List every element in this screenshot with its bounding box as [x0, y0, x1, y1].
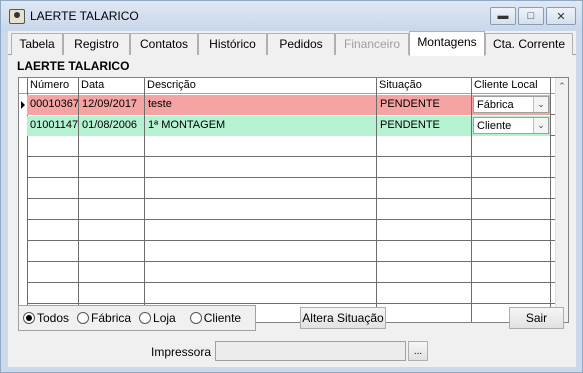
cell-data: 01/08/2006	[78, 116, 144, 136]
table-row-empty	[27, 179, 557, 199]
maximize-icon[interactable]: □	[518, 7, 544, 25]
chevron-down-icon[interactable]: ⌄	[533, 118, 548, 133]
radio-dot-icon	[23, 312, 35, 324]
table-row-empty	[27, 221, 557, 241]
app-icon	[9, 9, 25, 24]
cell-numero: 00010367	[27, 95, 78, 115]
col-header-situacao[interactable]: Situação	[376, 79, 422, 91]
radio-label: Loja	[153, 311, 176, 325]
tab-historico[interactable]: Histórico	[198, 33, 267, 55]
app-window: LAERTE TALARICO ▬ □ ✕ Tabela Registro Co…	[0, 0, 583, 373]
table-row-empty	[27, 263, 557, 283]
impressora-field[interactable]	[215, 341, 406, 361]
table-row-empty	[27, 284, 557, 304]
impressora-label: Impressora	[151, 345, 212, 359]
radio-label: Fábrica	[91, 311, 132, 325]
cliente-local-value: Cliente	[477, 120, 512, 132]
radio-cliente[interactable]: Cliente	[189, 311, 242, 325]
radio-todos[interactable]: Todos	[23, 311, 69, 325]
browse-button[interactable]: ...	[408, 341, 428, 361]
minimize-icon[interactable]: ▬	[490, 7, 516, 25]
grid-header: Número Data Descrição Situação Cliente L…	[19, 78, 557, 94]
radio-label: Cliente	[203, 311, 242, 325]
tab-pedidos[interactable]: Pedidos	[267, 33, 335, 55]
vertical-scrollbar[interactable]: ⌃ ⌄	[555, 78, 568, 322]
col-header-cliente-local[interactable]: Cliente Local	[471, 79, 538, 91]
cliente-local-select[interactable]: Fábrica ⌄	[473, 96, 549, 113]
table-row[interactable]: 00010367 12/09/2017 teste PENDENTE Fábri…	[27, 95, 557, 115]
table-row-empty	[27, 242, 557, 262]
radio-loja[interactable]: Loja	[139, 311, 176, 325]
altera-situacao-button[interactable]: Altera Situação	[300, 307, 386, 329]
tab-contatos[interactable]: Contatos	[130, 33, 198, 55]
table-row-empty	[27, 137, 557, 157]
scroll-up-icon[interactable]: ⌃	[556, 78, 568, 94]
tab-tabela[interactable]: Tabela	[11, 33, 63, 55]
sair-button[interactable]: Sair	[509, 307, 564, 329]
radio-dot-icon	[77, 312, 90, 324]
cell-descricao: teste	[144, 95, 376, 115]
section-title: LAERTE TALARICO	[17, 59, 130, 73]
cell-numero: 01001147	[27, 116, 78, 136]
cliente-local-value: Fábrica	[477, 99, 514, 111]
table-row-empty	[27, 158, 557, 178]
cell-situacao: PENDENTE	[376, 95, 471, 115]
cell-situacao: PENDENTE	[376, 116, 471, 136]
tab-montagens[interactable]: Montagens	[409, 31, 485, 56]
cliente-local-select[interactable]: Cliente ⌄	[473, 117, 549, 134]
tab-registro[interactable]: Registro	[63, 33, 130, 55]
radio-fabrica[interactable]: Fábrica	[77, 311, 131, 325]
title-bar[interactable]: LAERTE TALARICO ▬ □ ✕	[1, 1, 582, 31]
close-icon[interactable]: ✕	[546, 7, 576, 25]
chevron-down-icon[interactable]: ⌄	[533, 97, 548, 112]
cell-data: 12/09/2017	[78, 95, 144, 115]
row-indicator	[19, 95, 27, 115]
montagens-grid[interactable]: Número Data Descrição Situação Cliente L…	[18, 77, 569, 323]
tab-cta-corrente[interactable]: Cta. Corrente	[485, 33, 573, 55]
table-row-empty	[27, 200, 557, 220]
tab-bar: Tabela Registro Contatos Histórico Pedid…	[8, 31, 576, 56]
radio-dot-icon	[189, 312, 202, 324]
radio-label: Todos	[37, 311, 70, 325]
radio-dot-icon	[139, 312, 152, 324]
col-header-data[interactable]: Data	[78, 79, 104, 91]
filter-radio-group: Todos Fábrica Loja Cliente	[18, 305, 256, 331]
tab-financeiro: Financeiro	[335, 33, 409, 55]
cell-descricao: 1ª MONTAGEM	[144, 116, 376, 136]
col-header-descricao[interactable]: Descrição	[144, 79, 196, 91]
col-header-numero[interactable]: Número	[27, 79, 69, 91]
table-row[interactable]: 01001147 01/08/2006 1ª MONTAGEM PENDENTE…	[27, 116, 557, 136]
client-area: Tabela Registro Contatos Histórico Pedid…	[8, 31, 576, 367]
window-title: LAERTE TALARICO	[30, 9, 139, 23]
